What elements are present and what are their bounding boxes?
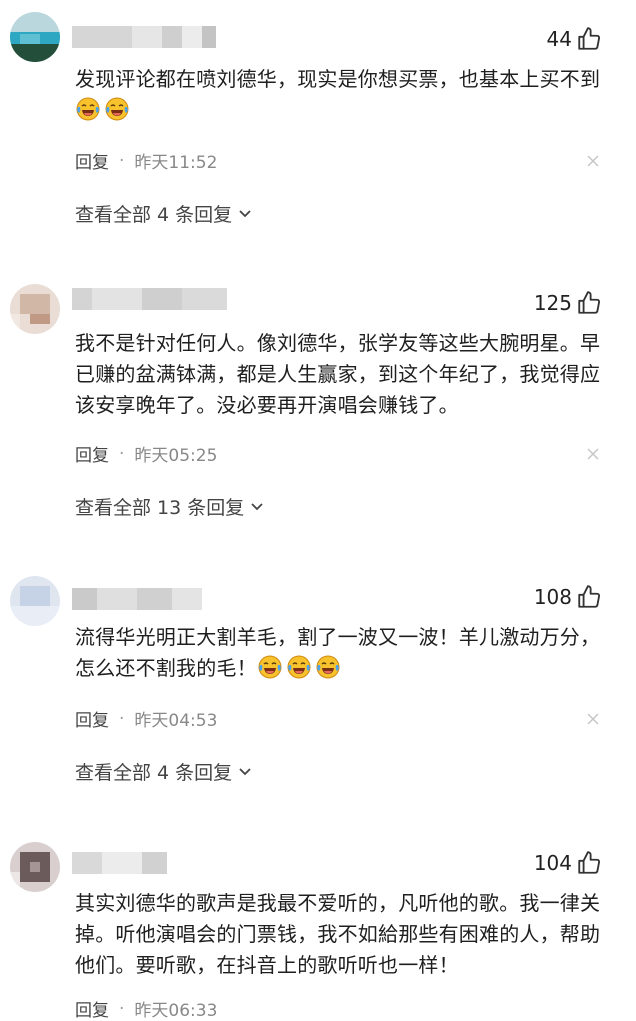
username-blurred[interactable] xyxy=(72,588,212,610)
comment-2: 125 我不是针对任何人。像刘德华，张学友等这些大腕明星。早已赚的盆满钵满，都是… xyxy=(0,270,636,560)
comment-meta: 回复 · 昨天06:33 xyxy=(75,996,217,1021)
like-count: 44 xyxy=(546,27,572,51)
comment-meta: 回复 · 昨天05:25 xyxy=(75,441,218,467)
timestamp: 昨天06:33 xyxy=(134,1001,218,1021)
comment-3: 108 流得华光明正大割羊毛，割了一波又一波！羊儿激动万分，怎么还不割我的毛！ … xyxy=(0,560,636,830)
thumbs-up-icon[interactable] xyxy=(576,850,602,876)
comment-text-body: 发现评论都在喷刘德华，现实是你想买票，也基本上买不到 xyxy=(75,67,601,91)
reply-button[interactable]: 回复 xyxy=(75,996,109,1021)
like-count: 104 xyxy=(533,851,572,875)
thumbs-up-icon[interactable] xyxy=(576,290,602,316)
emoji-row xyxy=(75,97,133,122)
chevron-down-icon xyxy=(239,209,251,217)
comment-meta: 回复 · 昨天11:52 xyxy=(75,148,218,174)
timestamp: 昨天11:52 xyxy=(134,153,218,173)
username-blurred[interactable] xyxy=(72,16,222,48)
separator-dot: · xyxy=(119,443,125,464)
view-all-replies-button[interactable]: 查看全部 4 条回复 xyxy=(75,758,252,785)
comment-text-body: 其实刘德华的歌声是我最不爱听的，凡听他的歌。我一律关掉。听他演唱会的门票钱，我不… xyxy=(75,891,601,977)
chevron-down-icon xyxy=(239,767,251,775)
close-icon[interactable] xyxy=(586,712,600,726)
comment-meta: 回复 · 昨天04:53 xyxy=(75,706,218,732)
comment-1: 44 发现评论都在喷刘德华，现实是你想买票，也基本上买不到 回复 · 昨天11:… xyxy=(0,0,636,270)
view-all-replies-button[interactable]: 查看全部 4 条回复 xyxy=(75,200,252,227)
like-group[interactable]: 104 xyxy=(534,850,602,876)
reply-button[interactable]: 回复 xyxy=(75,148,109,173)
avatar[interactable] xyxy=(10,576,60,626)
comment-text: 我不是针对任何人。像刘德华，张学友等这些大腕明星。早已赚的盆满钵满，都是人生赢家… xyxy=(75,328,605,421)
emoji-row xyxy=(257,655,344,680)
laughing-crying-emoji-icon xyxy=(287,655,311,679)
avatar[interactable] xyxy=(10,842,60,892)
laughing-crying-emoji-icon xyxy=(316,655,340,679)
avatar[interactable] xyxy=(10,12,60,62)
reply-button[interactable]: 回复 xyxy=(75,441,109,466)
timestamp: 昨天05:25 xyxy=(134,446,218,466)
like-group[interactable]: 108 xyxy=(534,584,602,610)
separator-dot: · xyxy=(119,150,125,171)
laughing-crying-emoji-icon xyxy=(105,97,129,121)
laughing-crying-emoji-icon xyxy=(76,97,100,121)
laughing-crying-emoji-icon xyxy=(258,655,282,679)
view-replies-label: 查看全部 13 条回复 xyxy=(75,497,245,519)
comment-text: 发现评论都在喷刘德华，现实是你想买票，也基本上买不到 xyxy=(75,64,605,126)
like-count: 125 xyxy=(533,291,572,315)
separator-dot: · xyxy=(119,708,125,729)
view-replies-label: 查看全部 4 条回复 xyxy=(75,762,233,784)
view-all-replies-button[interactable]: 查看全部 13 条回复 xyxy=(75,493,264,520)
username-blurred[interactable] xyxy=(72,288,232,310)
like-count: 108 xyxy=(533,585,572,609)
separator-dot: · xyxy=(119,998,125,1019)
thumbs-up-icon[interactable] xyxy=(576,584,602,610)
view-replies-label: 查看全部 4 条回复 xyxy=(75,204,233,226)
username-blurred[interactable] xyxy=(72,852,172,874)
avatar[interactable] xyxy=(10,284,60,334)
thumbs-up-icon[interactable] xyxy=(576,26,602,52)
close-icon[interactable] xyxy=(586,154,600,168)
comment-text: 其实刘德华的歌声是我最不爱听的，凡听他的歌。我一律关掉。听他演唱会的门票钱，我不… xyxy=(75,888,605,981)
like-group[interactable]: 125 xyxy=(534,290,602,316)
close-icon[interactable] xyxy=(586,447,600,461)
comment-text: 流得华光明正大割羊毛，割了一波又一波！羊儿激动万分，怎么还不割我的毛！ xyxy=(75,622,605,684)
like-group[interactable]: 44 xyxy=(547,26,602,52)
comment-4: 104 其实刘德华的歌声是我最不爱听的，凡听他的歌。我一律关掉。听他演唱会的门票… xyxy=(0,830,636,1021)
comment-text-body: 我不是针对任何人。像刘德华，张学友等这些大腕明星。早已赚的盆满钵满，都是人生赢家… xyxy=(75,331,601,417)
reply-button[interactable]: 回复 xyxy=(75,706,109,731)
timestamp: 昨天04:53 xyxy=(134,711,218,731)
chevron-down-icon xyxy=(251,502,263,510)
